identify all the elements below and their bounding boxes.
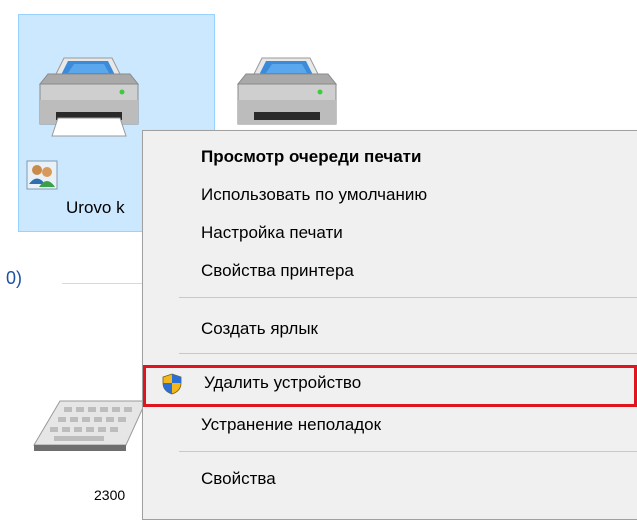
device-label: 2300 bbox=[94, 487, 126, 503]
printer-icon[interactable] bbox=[232, 56, 342, 140]
menu-item-view-print-queue[interactable]: Просмотр очереди печати bbox=[143, 139, 637, 175]
menu-item-label: Использовать по умолчанию bbox=[201, 185, 428, 204]
section-counter: 0) bbox=[6, 268, 23, 288]
menu-item-printing-preferences[interactable]: Настройка печати bbox=[143, 215, 637, 251]
printer-icon[interactable] bbox=[34, 56, 144, 140]
shared-users-icon bbox=[26, 160, 58, 190]
menu-item-label: Устранение неполадок bbox=[201, 415, 382, 434]
menu-separator bbox=[179, 451, 637, 452]
device-label: Urovo k bbox=[66, 198, 125, 217]
menu-item-label: Просмотр очереди печати bbox=[201, 147, 422, 166]
menu-item-label: Свойства bbox=[201, 469, 276, 488]
keyboard-icon[interactable] bbox=[30, 395, 150, 460]
menu-item-remove-device[interactable]: Удалить устройство bbox=[143, 365, 637, 407]
menu-separator bbox=[179, 353, 637, 354]
menu-item-troubleshoot[interactable]: Устранение неполадок bbox=[143, 407, 637, 443]
menu-separator bbox=[179, 297, 637, 298]
menu-item-printer-properties[interactable]: Свойства принтера bbox=[143, 253, 637, 289]
menu-item-label: Свойства принтера bbox=[201, 261, 354, 280]
menu-item-label: Настройка печати bbox=[201, 223, 343, 242]
section-divider bbox=[62, 283, 152, 284]
menu-item-create-shortcut[interactable]: Создать ярлык bbox=[143, 311, 637, 347]
menu-item-label: Создать ярлык bbox=[201, 319, 318, 338]
menu-item-properties[interactable]: Свойства bbox=[143, 461, 637, 497]
menu-item-label: Удалить устройство bbox=[204, 373, 362, 392]
context-menu: Просмотр очереди печати Использовать по … bbox=[142, 130, 637, 520]
menu-item-set-default[interactable]: Использовать по умолчанию bbox=[143, 177, 637, 213]
uac-shield-icon bbox=[162, 373, 182, 395]
